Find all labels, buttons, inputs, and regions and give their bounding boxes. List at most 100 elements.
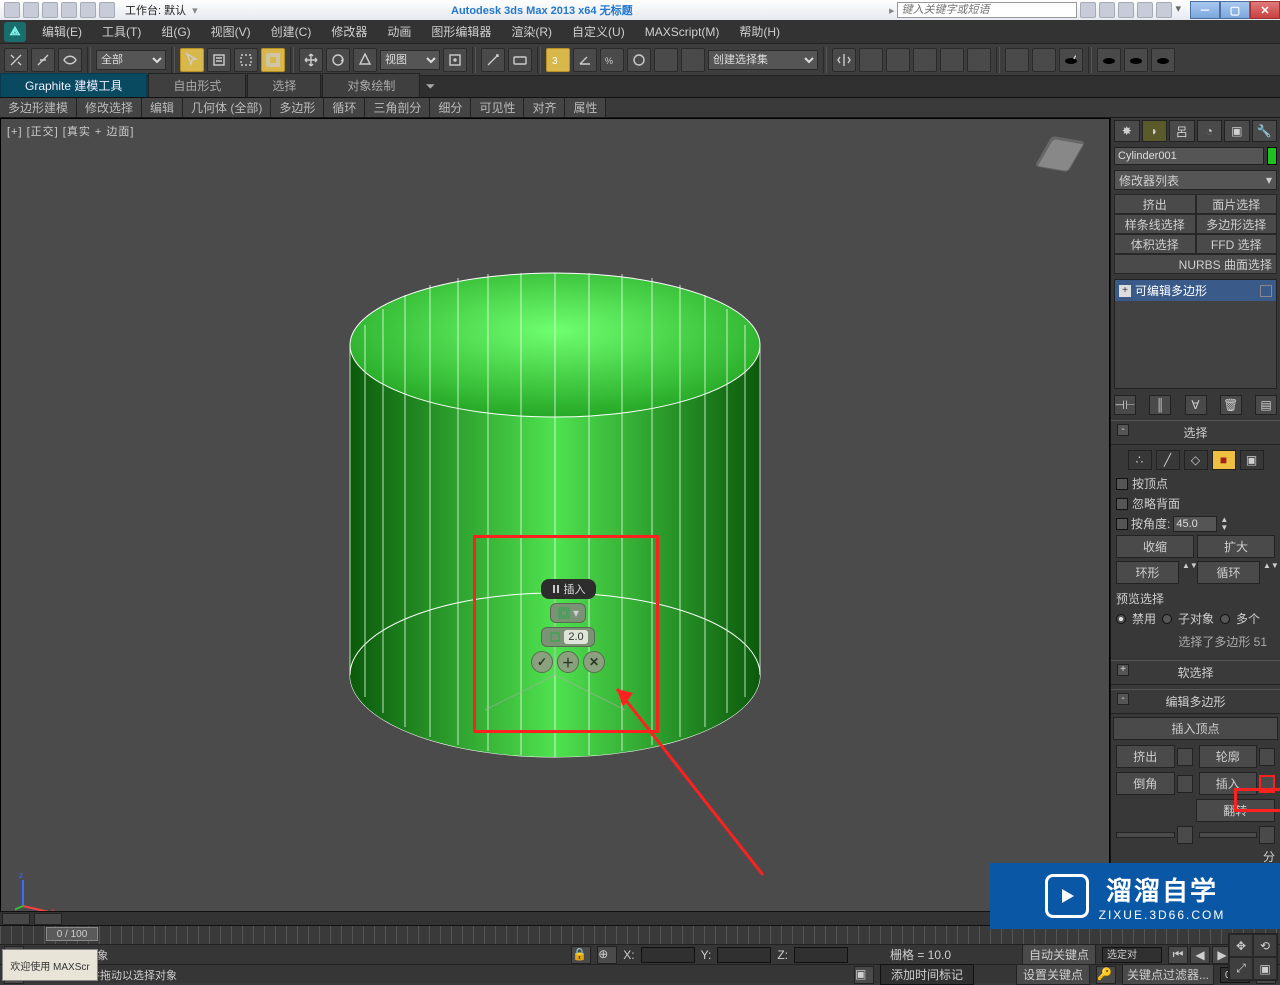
pivot-center-icon[interactable] xyxy=(443,48,467,72)
qat-redo-icon[interactable] xyxy=(80,2,96,18)
menu-group[interactable]: 组(G) xyxy=(151,20,200,44)
render-output-icon[interactable] xyxy=(1151,48,1175,72)
ribbon-panel-loops[interactable]: 循环 xyxy=(324,98,365,117)
ribbon-tab-freeform[interactable]: 自由形式 xyxy=(148,73,246,97)
stack-expand-icon[interactable]: + xyxy=(1119,285,1131,297)
arc-rotate-icon[interactable]: ⟲ xyxy=(1253,934,1277,957)
app-menu-icon[interactable]: ⟁ xyxy=(4,22,26,42)
qat-new-icon[interactable] xyxy=(4,2,20,18)
frame-indicator[interactable]: 0 / 100 xyxy=(46,927,98,941)
ribbon-panel-tris[interactable]: 三角剖分 xyxy=(365,98,430,117)
maxscript-listener-mini[interactable]: 欢迎使用 MAXScr xyxy=(2,949,98,981)
modify-panel-icon[interactable]: ◗ xyxy=(1142,120,1168,142)
btn-flip[interactable]: 翻转 xyxy=(1196,799,1276,822)
spinner-snap-icon[interactable] xyxy=(627,48,651,72)
mirror-icon[interactable] xyxy=(832,48,856,72)
ribbon-panel-visibility[interactable]: 可见性 xyxy=(471,98,524,117)
unlink-icon[interactable] xyxy=(31,48,55,72)
modifier-stack[interactable]: + 可编辑多边形 xyxy=(1114,279,1277,389)
snap-toggle-icon[interactable]: 3 xyxy=(546,48,570,72)
menu-anim[interactable]: 动画 xyxy=(377,20,421,44)
named-sel-edit-icon[interactable] xyxy=(681,48,705,72)
configure-sets-icon[interactable]: ▤ xyxy=(1255,395,1277,415)
select-region-rect-icon[interactable] xyxy=(234,48,258,72)
stack-item-editpoly[interactable]: + 可编辑多边形 xyxy=(1115,280,1276,301)
isolate-icon[interactable]: ▣ xyxy=(854,966,874,984)
infocenter-help-icon[interactable] xyxy=(1156,2,1172,18)
close-button[interactable]: ✕ xyxy=(1250,1,1280,19)
angle-spinner[interactable] xyxy=(1173,516,1217,532)
select-object-icon[interactable] xyxy=(180,48,204,72)
move-icon[interactable] xyxy=(299,48,323,72)
key-selset[interactable]: 选定对 xyxy=(1102,947,1162,963)
material-editor-icon[interactable] xyxy=(967,48,991,72)
maximize-viewport-icon[interactable]: ▣ xyxy=(1253,957,1277,980)
x-coord[interactable] xyxy=(641,947,695,963)
object-name-field[interactable] xyxy=(1114,147,1264,165)
btn-loop[interactable]: 循环 xyxy=(1197,561,1260,584)
btn-inset[interactable]: 插入 xyxy=(1199,772,1258,795)
schematic-view-icon[interactable] xyxy=(940,48,964,72)
link-icon[interactable] xyxy=(4,48,28,72)
pin-stack-icon[interactable]: ⊣⊢ xyxy=(1114,395,1136,415)
btn-outline-settings[interactable] xyxy=(1259,748,1275,766)
mod-btn-nurbs[interactable]: NURBS 曲面选择 xyxy=(1114,254,1277,274)
btn-bevel-settings[interactable] xyxy=(1177,775,1193,793)
layers-icon[interactable] xyxy=(886,48,910,72)
selection-filter[interactable]: 全部 xyxy=(96,50,166,70)
viewcube[interactable] xyxy=(1043,137,1083,177)
ribbon-panel-polymodel[interactable]: 多边形建模 xyxy=(0,98,77,117)
y-coord[interactable] xyxy=(717,947,771,963)
menu-grapheditors[interactable]: 图形编辑器 xyxy=(421,20,501,44)
viewport-label[interactable]: [+] [正交] [真实 + 边面] xyxy=(7,123,134,139)
autokey-toggle[interactable]: 自动关键点 xyxy=(1022,944,1096,965)
trackbar-filter-icon[interactable] xyxy=(34,913,62,925)
bind-space-warp-icon[interactable] xyxy=(58,48,82,72)
workspace-selector[interactable]: 工作台: 默认 xyxy=(119,2,192,18)
mod-btn-extrude[interactable]: 挤出 xyxy=(1114,194,1196,214)
percent-snap-icon[interactable]: % xyxy=(600,48,624,72)
so-border-icon[interactable]: ◇ xyxy=(1184,450,1208,470)
ribbon-panel-modifysel[interactable]: 修改选择 xyxy=(77,98,142,117)
ribbon-panel-geometry[interactable]: 几何体 (全部) xyxy=(183,98,271,117)
btn-outline[interactable]: 轮廓 xyxy=(1199,745,1258,768)
ribbon-panel-subdiv[interactable]: 细分 xyxy=(430,98,471,117)
key-mode-icon[interactable]: 🔑 xyxy=(1096,966,1116,984)
menu-modifiers[interactable]: 修改器 xyxy=(321,20,377,44)
z-coord[interactable] xyxy=(794,947,848,963)
absolute-mode-icon[interactable]: ⊕ xyxy=(597,946,617,964)
so-edge-icon[interactable]: ╱ xyxy=(1156,450,1180,470)
menu-customize[interactable]: 自定义(U) xyxy=(562,20,635,44)
btn-extrude-settings[interactable] xyxy=(1177,748,1193,766)
render-prod-icon[interactable] xyxy=(1059,48,1083,72)
menu-create[interactable]: 创建(C) xyxy=(261,20,322,44)
btn-shrink[interactable]: 收缩 xyxy=(1116,535,1194,558)
so-vertex-icon[interactable]: ∴ xyxy=(1128,450,1152,470)
create-panel-icon[interactable]: ✸ xyxy=(1114,120,1140,142)
infocenter-comm-icon[interactable] xyxy=(1118,2,1134,18)
btn-insert-vertex[interactable]: 插入顶点 xyxy=(1113,717,1278,740)
menu-help[interactable]: 帮助(H) xyxy=(729,20,790,44)
select-by-name-icon[interactable] xyxy=(207,48,231,72)
angle-snap-icon[interactable] xyxy=(573,48,597,72)
scale-icon[interactable] xyxy=(353,48,377,72)
goto-start-icon[interactable]: ⏮ xyxy=(1168,946,1188,964)
mod-btn-splinesel[interactable]: 样条线选择 xyxy=(1114,214,1196,234)
render-last-icon[interactable] xyxy=(1097,48,1121,72)
ribbon-tab-selection[interactable]: 选择 xyxy=(247,73,321,97)
lock-selection-icon[interactable]: 🔒 xyxy=(571,946,591,964)
qat-open-icon[interactable] xyxy=(23,2,39,18)
mod-btn-volsel[interactable]: 体积选择 xyxy=(1114,234,1196,254)
render-iterative-icon[interactable] xyxy=(1124,48,1148,72)
btn-hinge-settings[interactable] xyxy=(1177,826,1193,844)
rollout-editpoly-header[interactable]: -编辑多边形 xyxy=(1111,689,1280,714)
btn-bevel[interactable]: 倒角 xyxy=(1116,772,1175,795)
mod-btn-patchsel[interactable]: 面片选择 xyxy=(1196,194,1278,214)
radio-disable[interactable] xyxy=(1116,614,1126,624)
infocenter-fav-icon[interactable] xyxy=(1137,2,1153,18)
object-color-swatch[interactable] xyxy=(1267,147,1277,165)
ribbon-panel-properties[interactable]: 属性 xyxy=(565,98,606,117)
menu-render[interactable]: 渲染(R) xyxy=(501,20,562,44)
zoom-extents-icon[interactable]: ⤢ xyxy=(1229,957,1253,980)
menu-tools[interactable]: 工具(T) xyxy=(92,20,151,44)
